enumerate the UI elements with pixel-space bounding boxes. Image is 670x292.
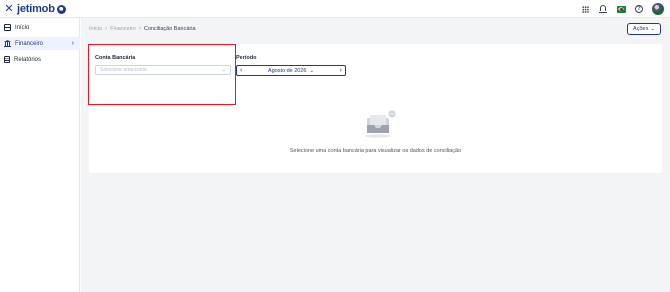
brand-home-icon <box>56 4 66 14</box>
sidebar-item-label: Relatórios <box>14 56 42 63</box>
sidebar-item-label: Início <box>15 24 30 31</box>
sidebar-item-inicio[interactable]: Início <box>0 21 80 34</box>
report-icon <box>4 56 10 63</box>
home-icon <box>4 24 11 31</box>
breadcrumb: Início › Financeiro › Conciliação Bancár… <box>89 25 196 33</box>
empty-inbox-illustration <box>365 110 396 138</box>
brazil-flag-icon[interactable] <box>616 4 626 14</box>
period-dropdown[interactable]: Agosto de 2026 ⌄ <box>268 68 314 74</box>
chevron-down-icon: ⌄ <box>650 26 655 32</box>
sidebar-item-label: Financeiro <box>15 40 44 47</box>
bell-icon[interactable] <box>598 4 608 14</box>
breadcrumb-current: Conciliação Bancária <box>143 26 196 32</box>
actions-label: Ações <box>633 26 649 32</box>
close-icon[interactable]: ✕ <box>4 3 14 15</box>
help-icon[interactable]: ? <box>634 4 644 14</box>
breadcrumb-item-financeiro[interactable]: Financeiro <box>110 26 136 32</box>
period-label: Período <box>236 55 257 61</box>
chevron-right-icon: › <box>138 26 141 32</box>
top-bar: ✕ jetimob ? <box>0 0 670 18</box>
top-icons: ? <box>580 2 664 16</box>
sidebar-item-financeiro[interactable]: Financeiro › <box>0 37 80 50</box>
brand-logo[interactable]: jetimob <box>17 2 66 16</box>
bank-icon <box>4 40 11 47</box>
breadcrumb-item-inicio[interactable]: Início <box>89 26 102 32</box>
avatar[interactable] <box>652 3 664 15</box>
actions-button[interactable]: Ações ⌄ <box>627 23 661 35</box>
apps-grid-icon[interactable] <box>580 4 590 14</box>
empty-state-message: Selecione uma conta bancária para visual… <box>289 148 462 154</box>
next-month-button[interactable]: › <box>340 67 342 74</box>
sidebar-item-relatorios[interactable]: Relatórios <box>0 53 80 66</box>
highlight-box <box>88 44 236 105</box>
previous-month-button[interactable]: ‹ <box>240 67 242 74</box>
period-value: Agosto de 2026 <box>267 67 307 74</box>
brand-name: jetimob <box>17 3 55 15</box>
chevron-right-icon: › <box>71 40 74 47</box>
chevron-down-icon: ⌄ <box>309 67 315 74</box>
sidebar: Início Financeiro › Relatórios <box>0 18 80 292</box>
period-selector: ‹ Agosto de 2026 ⌄ › <box>236 65 346 76</box>
chevron-right-icon: › <box>105 26 108 32</box>
